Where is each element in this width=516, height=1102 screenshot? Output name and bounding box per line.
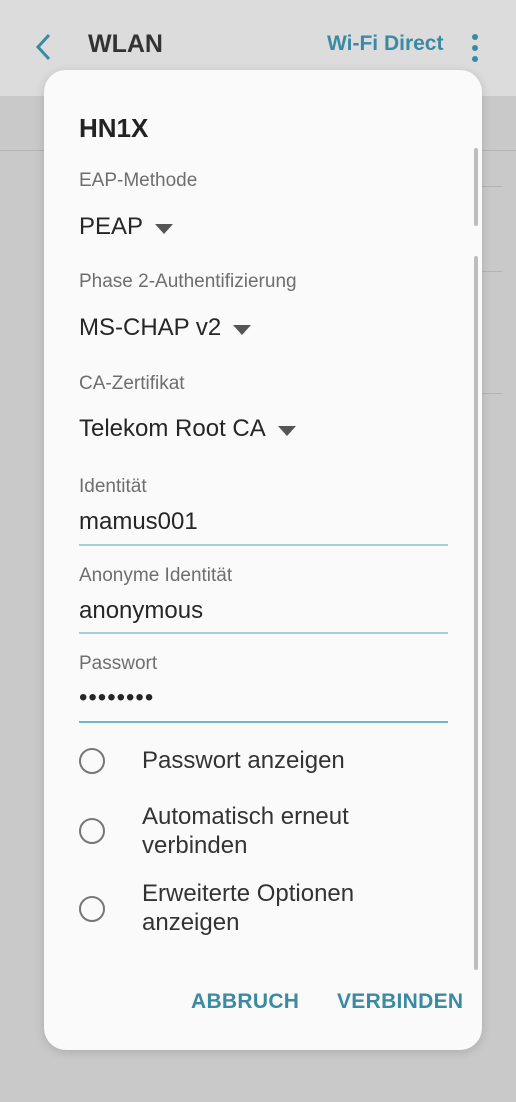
password-input[interactable]: •••••••• [79,684,154,712]
phase2-label: Phase 2-Authentifizierung [79,271,297,292]
anon-identity-underline [79,632,448,634]
wifi-config-dialog: HN1X EAP-Methode PEAP Phase 2-Authentifi… [44,70,482,1050]
ca-cert-select[interactable]: Telekom Root CA [79,415,296,443]
auto-reconnect-label-line1: Automatisch erneut [142,803,349,830]
show-password-label[interactable]: Passwort anzeigen [142,746,345,775]
eap-method-label: EAP-Methode [79,170,198,191]
back-arrow-icon[interactable] [34,32,54,62]
auto-reconnect-checkbox[interactable] [79,818,105,844]
anon-identity-input[interactable]: anonymous [79,597,203,625]
phase2-value: MS-CHAP v2 [79,314,222,341]
auto-reconnect-label[interactable]: Automatisch erneut verbinden [142,802,349,860]
dropdown-arrow-icon [155,224,174,234]
divider [482,186,502,187]
password-label: Passwort [79,653,158,674]
auto-reconnect-label-line2: verbinden [142,832,248,859]
show-password-checkbox[interactable] [79,748,105,774]
wifi-direct-button[interactable]: Wi-Fi Direct [327,32,443,56]
identity-underline [79,544,448,546]
ca-cert-label: CA-Zertifikat [79,373,185,394]
divider [482,271,502,272]
scrollbar-track[interactable] [474,256,478,970]
scrollbar-thumb[interactable] [474,148,478,226]
page-title: WLAN [88,30,163,58]
cancel-button[interactable]: ABBRUCH [191,990,299,1014]
dropdown-arrow-icon [233,325,252,335]
advanced-options-label-line2: anzeigen [142,909,240,936]
phase2-select[interactable]: MS-CHAP v2 [79,314,252,342]
advanced-options-checkbox[interactable] [79,896,105,922]
eap-method-select[interactable]: PEAP [79,213,174,241]
identity-input[interactable]: mamus001 [79,508,198,536]
dialog-title: HN1X [79,113,149,143]
divider [482,393,502,394]
dropdown-arrow-icon [277,426,296,436]
connect-button[interactable]: VERBINDEN [337,990,463,1014]
eap-method-value: PEAP [79,213,144,240]
ca-cert-value: Telekom Root CA [79,415,266,442]
password-underline [79,721,448,723]
more-options-icon[interactable] [468,32,482,64]
identity-label: Identität [79,476,147,497]
anon-identity-label: Anonyme Identität [79,565,233,586]
advanced-options-label-line1: Erweiterte Optionen [142,880,355,907]
advanced-options-label[interactable]: Erweiterte Optionen anzeigen [142,879,354,937]
